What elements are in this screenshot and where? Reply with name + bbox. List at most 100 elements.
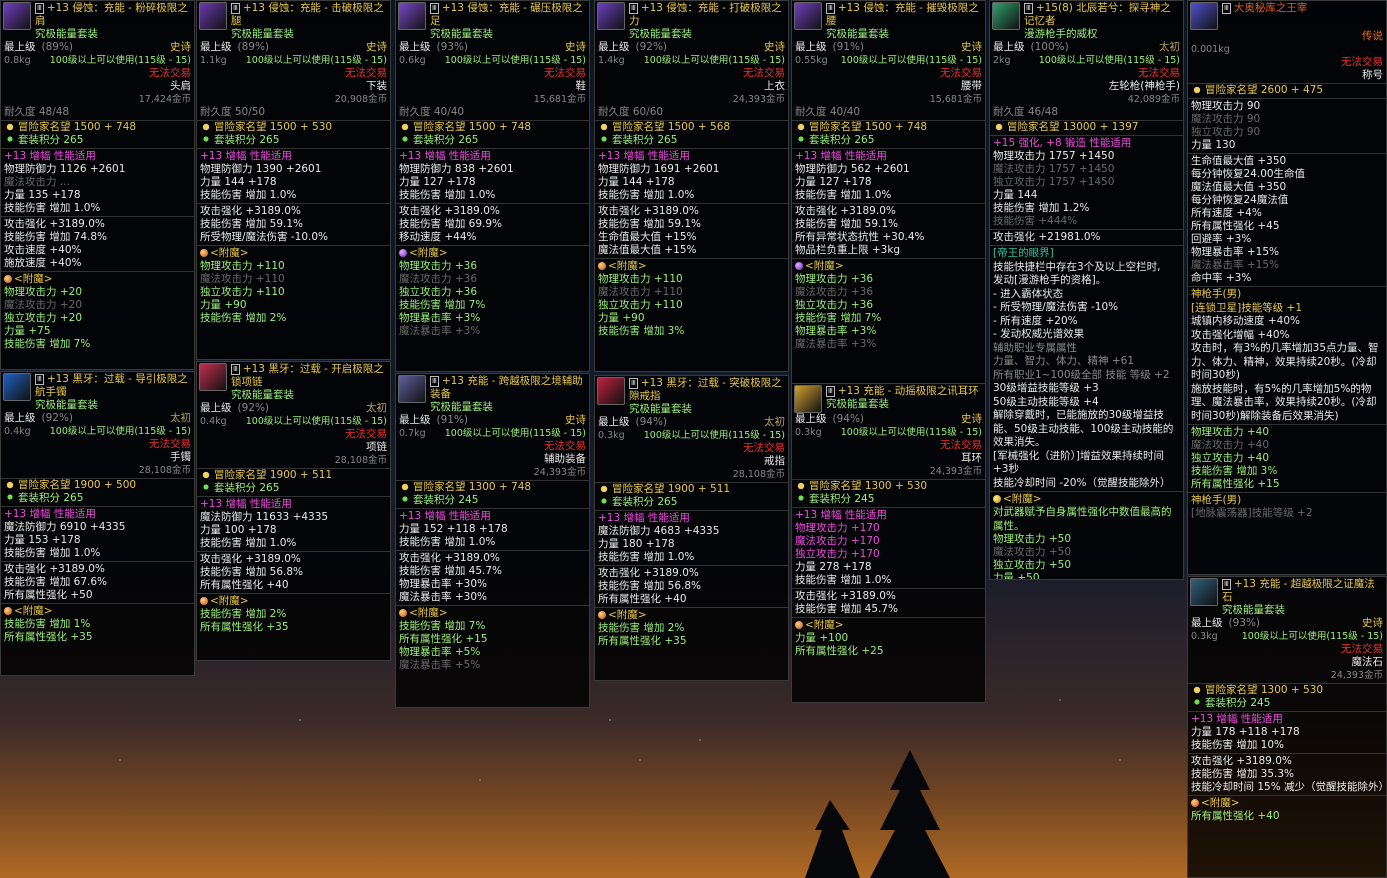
slot-row: 鞋 bbox=[396, 80, 589, 93]
stat-line: 技能伤害 增加 1.0% bbox=[795, 189, 892, 201]
amp-line: +13 增幅 性能适用 bbox=[795, 150, 887, 162]
stats-section: 物理攻击力 90 魔法攻击力 90 独立攻击力 90 力量 130 bbox=[1188, 98, 1386, 152]
extra-section: 攻击强化 +3189.0% 技能伤害 增加 45.7% bbox=[792, 588, 985, 616]
item-price: 28,108金币 bbox=[138, 465, 191, 476]
tooltip-header: Ⅲ +13 侵蚀：充能 - 击破极限之腿 究极能量套装 bbox=[197, 1, 390, 41]
extra-line: 命中率 +3% bbox=[1191, 272, 1252, 284]
trade-row: 无法交易 bbox=[595, 442, 788, 455]
grade-row: 最上级 (93%) 史诗 bbox=[1188, 617, 1386, 630]
item-tooltip-card[interactable]: Ⅲ +13 黑牙：过载 - 导引极限之航手镯 究极能量套装 最上级 (92%) 太初 0.4… bbox=[0, 371, 195, 676]
item-name: +13 充能 - 超越极限之证魔法石 bbox=[1222, 578, 1375, 603]
item-weight: 0.3kg bbox=[1191, 631, 1218, 642]
enchant-line: 力量 +90 bbox=[598, 312, 645, 324]
enchant-line: 魔法暴击率 +3% bbox=[399, 325, 481, 337]
enchant-line: 物理攻击力 +20 bbox=[4, 286, 82, 298]
tooltip-header: Ⅲ +15(8) 北辰若兮：探寻神之记忆者 漫游枪手的威权 bbox=[990, 1, 1183, 41]
set-name: 究极能量套装 bbox=[430, 28, 493, 40]
fame-value: 冒险家名望 1300 + 530 bbox=[1205, 684, 1324, 696]
trade-row: 无法交易 bbox=[595, 67, 788, 80]
extra-line: 攻击速度 +40% bbox=[4, 244, 82, 256]
class-bonus-line: 神枪手(男) bbox=[1191, 494, 1242, 506]
extra-line: 生命值最大值 +15% bbox=[598, 231, 697, 243]
grade-row: 最上级 (94%) 太初 bbox=[595, 416, 788, 429]
rarity-label: 史诗 bbox=[961, 413, 982, 425]
price-row: 28,108金币 bbox=[197, 454, 390, 467]
enchant-section: <附魔> 物理攻击力 +36 魔法攻击力 +36 独立攻击力 +36 技能伤害 增加 7… bbox=[792, 258, 985, 351]
tooltip-header: Ⅲ +13 充能 - 跨越极限之境辅助装备 究极能量套装 bbox=[396, 374, 589, 414]
item-name: +13 侵蚀：充能 - 摧毁极限之腰 bbox=[826, 2, 979, 27]
weight-row: 0.3kg 100级以上可以使用(115级 - 15) bbox=[595, 429, 788, 442]
extra-section: 攻击强化 +3189.0% 技能伤害 增加 56.8% 所有属性强化 +40 bbox=[595, 565, 788, 606]
enchant-line: 物理攻击力 +40 bbox=[1191, 426, 1269, 438]
stat-line: 独立攻击力 90 bbox=[1191, 126, 1261, 138]
item-weight: 0.55kg bbox=[795, 55, 828, 66]
stat-line: 技能伤害 增加 1.0% bbox=[399, 536, 496, 548]
enchant-line: 物理暴击率 +3% bbox=[795, 325, 877, 337]
item-tooltip-card[interactable]: Ⅲ +13 侵蚀：充能 - 摧毁极限之腰 究极能量套装 最上级 (91%) 史诗 0.55k… bbox=[791, 0, 986, 385]
set-points: 套装积分 265 bbox=[809, 134, 875, 146]
grade-box-icon: Ⅲ bbox=[231, 364, 240, 375]
stats-section: +13 增幅 性能适用 物理防御力 1390 +2601 力量 144 +178 技能… bbox=[197, 148, 390, 202]
rarity-label: 太初 bbox=[1159, 41, 1180, 53]
weight-row: 0.4kg 100级以上可以使用(115级 - 15) bbox=[1, 425, 194, 438]
item-weight: 0.4kg bbox=[200, 416, 227, 427]
item-tooltip-card[interactable]: Ⅲ +15(8) 北辰若兮：探寻神之记忆者 漫游枪手的威权 最上级 (100%) 太初 2k… bbox=[989, 0, 1184, 580]
no-trade-label: 无法交易 bbox=[149, 438, 191, 450]
extra-line: 所有属性强化 +40 bbox=[200, 579, 289, 591]
extra-section: 攻击强化 +3189.0% 技能伤害 增加 56.8% 所有属性强化 +40 bbox=[197, 551, 390, 592]
item-price: 24,393金币 bbox=[1330, 670, 1383, 681]
grade-box-icon: Ⅲ bbox=[1024, 3, 1033, 14]
item-icon bbox=[3, 373, 31, 401]
extra-line: 所有属性强化 +50 bbox=[4, 589, 93, 601]
item-tooltip-card[interactable]: Ⅲ +13 黑牙：过载 - 突破极限之隙戒指 究极能量套装 最上级 (94%) 太初 0.3… bbox=[594, 375, 789, 681]
fame-value: 冒险家名望 2600 + 475 bbox=[1205, 84, 1324, 96]
stat-line: 技能伤害 增加 1.0% bbox=[4, 202, 101, 214]
extra-line: 生命值最大值 +350 bbox=[1191, 155, 1287, 167]
trade-row: 无法交易 bbox=[396, 67, 589, 80]
medal-icon bbox=[399, 121, 411, 131]
stats-section: +13 增幅 性能适用 魔法防御力 6910 +4335 力量 153 +178 技能… bbox=[1, 506, 194, 560]
item-tooltip-card[interactable]: Ⅲ +13 充能 - 动摇极限之讯耳环 究极能量套装 最上级 (94%) 史诗 0.3kg 1… bbox=[791, 383, 986, 703]
stat-line: 魔法防御力 4683 +4335 bbox=[598, 525, 720, 537]
stats-section: +13 增幅 性能适用 物理防御力 1691 +2601 力量 144 +178 技能… bbox=[595, 148, 788, 202]
extra-line: 攻击强化 +3189.0% bbox=[200, 553, 301, 565]
extra-line: 技能伤害 增加 59.1% bbox=[200, 218, 304, 230]
item-tooltip-card[interactable]: Ⅲ +13 侵蚀：充能 - 击破极限之腿 究极能量套装 最上级 (89%) 史诗 1.1kg… bbox=[196, 0, 391, 360]
extra-line: 攻击强化 +3189.0% bbox=[4, 563, 105, 575]
item-tooltip-card[interactable]: Ⅲ +13 侵蚀：充能 - 粉碎极限之肩 究极能量套装 最上级 (89%) 史诗 0.8kg… bbox=[0, 0, 195, 370]
item-tooltip-card[interactable]: Ⅲ +13 黑牙：过载 - 开启极限之锁项链 究极能量套装 最上级 (92%) 太初 0.4… bbox=[196, 361, 391, 661]
grade-percent: (91%) bbox=[436, 414, 469, 426]
rarity-label: 太初 bbox=[366, 402, 387, 414]
enchant-line: 技能伤害 增加 1% bbox=[4, 618, 91, 630]
tooltip-header: Ⅲ +13 充能 - 超越极限之证魔法石 究极能量套装 bbox=[1188, 577, 1386, 617]
enchant-orb-icon bbox=[4, 275, 12, 283]
item-tooltip-card[interactable]: Ⅲ +13 侵蚀：充能 - 碾压极限之足 究极能量套装 最上级 (93%) 史诗 0.6kg… bbox=[395, 0, 590, 372]
special-line: [军械强化（进阶）]增益效果持续时间 +3秒 bbox=[993, 449, 1164, 476]
extra-section: 攻击强化 +3189.0% 技能伤害 增加 69.9% 移动速度 +44% bbox=[396, 203, 589, 244]
amp-line: +13 增幅 性能适用 bbox=[200, 498, 292, 510]
special-line: - 进入霸体状态 bbox=[993, 287, 1064, 300]
enchant-orb-icon bbox=[399, 249, 407, 257]
stat-line: 物理攻击力 1757 +1450 bbox=[993, 150, 1115, 162]
item-slot: 头肩 bbox=[170, 80, 191, 92]
enchant-section: <附魔> 物理攻击力 +110 魔法攻击力 +110 独立攻击力 +110 力量 +90… bbox=[595, 258, 788, 338]
class-bonus-line: [地脉震荡器]技能等级 +2 bbox=[1191, 507, 1313, 519]
medal-icon bbox=[598, 483, 610, 493]
stat-line: 独立攻击力 +170 bbox=[795, 548, 880, 560]
trade-row: 无法交易 bbox=[1, 438, 194, 451]
amp-line: +13 增幅 性能适用 bbox=[399, 510, 491, 522]
use-requirement: 100级以上可以使用(115级 - 15) bbox=[840, 55, 982, 66]
grade-box-icon: Ⅲ bbox=[231, 3, 240, 14]
item-tooltip-card[interactable]: Ⅲ +13 充能 - 超越极限之证魔法石 究极能量套装 最上级 (93%) 史诗 0.3kg… bbox=[1187, 576, 1387, 878]
enchant-header: <附魔> bbox=[1, 605, 194, 618]
leaf-icon bbox=[795, 134, 807, 144]
enchant-header: <附魔> bbox=[396, 247, 589, 260]
special-line: 50级主动技能等级 +4 bbox=[993, 395, 1099, 408]
weight-row: 0.6kg 100级以上可以使用(115级 - 15) bbox=[396, 54, 589, 67]
item-tooltip-card[interactable]: Ⅲ +13 侵蚀：充能 - 打破极限之力 究极能量套装 最上级 (92%) 史诗 1.4kg… bbox=[594, 0, 789, 372]
fame-row: 冒险家名望 1300 + 748 bbox=[396, 480, 589, 494]
item-tooltip-card[interactable]: Ⅲ +13 充能 - 跨越极限之境辅助装备 究极能量套装 最上级 (91%) 史诗 0.7k… bbox=[395, 373, 590, 708]
item-tooltip-card[interactable]: Ⅲ 大奥秘库之王宰 传说 0.001kg 无法交易 称号 冒险家名望 2600 + 475 物… bbox=[1187, 0, 1387, 575]
set-points-row: 套装积分 245 bbox=[396, 494, 589, 507]
item-weight: 1.1kg bbox=[200, 55, 227, 66]
